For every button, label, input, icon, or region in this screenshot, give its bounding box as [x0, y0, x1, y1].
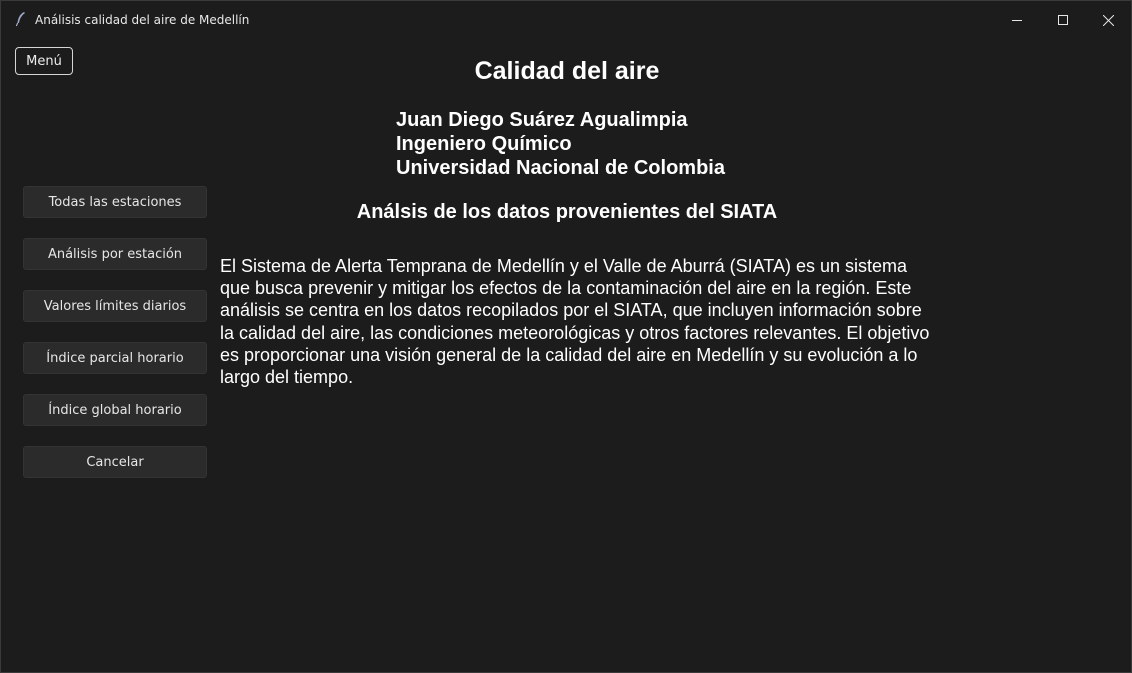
close-icon — [1102, 14, 1114, 26]
window-title: Análisis calidad del aire de Medellín — [35, 13, 250, 27]
section-title: Análsis de los datos provenientes del SI… — [356, 201, 778, 223]
maximize-button[interactable] — [1040, 1, 1086, 39]
partial-hourly-index-button[interactable]: Índice parcial horario — [23, 342, 207, 374]
close-button[interactable] — [1085, 1, 1131, 39]
author-block: Juan Diego Suárez Agualimpia Ingeniero Q… — [396, 108, 725, 180]
station-analysis-button[interactable]: Análisis por estación — [23, 238, 207, 270]
minimize-button[interactable] — [994, 1, 1040, 39]
maximize-icon — [1058, 15, 1068, 25]
daily-limits-button[interactable]: Valores límites diarios — [23, 290, 207, 322]
cancel-button[interactable]: Cancelar — [23, 446, 207, 478]
global-hourly-index-button[interactable]: Índice global horario — [23, 394, 207, 426]
title-bar[interactable]: Análisis calidad del aire de Medellín — [1, 1, 1131, 39]
page-title: Calidad del aire — [474, 57, 660, 85]
feather-icon — [15, 11, 27, 27]
app-window: Análisis calidad del aire de Medellín Me… — [0, 0, 1132, 673]
description-text: El Sistema de Alerta Temprana de Medellí… — [220, 256, 930, 388]
minimize-icon — [1012, 20, 1022, 21]
author-name: Juan Diego Suárez Agualimpia — [396, 109, 688, 131]
author-university: Universidad Nacional de Colombia — [396, 157, 725, 179]
author-profession: Ingeniero Químico — [396, 133, 572, 155]
